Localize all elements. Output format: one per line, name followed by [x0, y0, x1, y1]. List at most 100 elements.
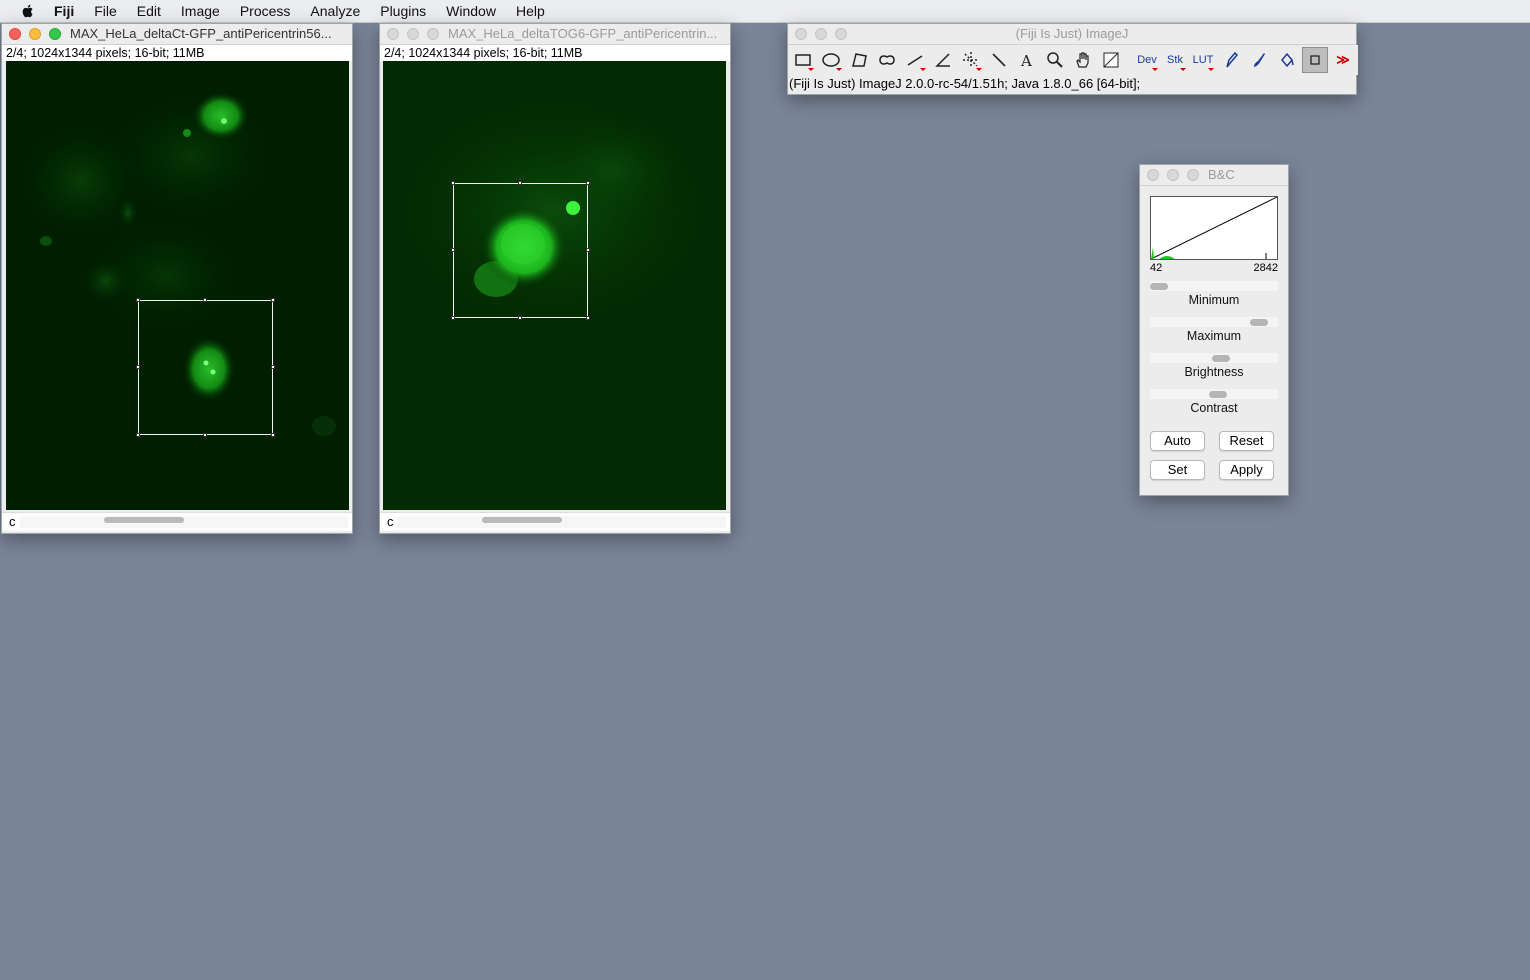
channel-scrollbar-row: c — [2, 512, 352, 531]
roi-handle[interactable] — [586, 316, 590, 320]
rectangle-tool-icon[interactable] — [790, 47, 816, 73]
apple-icon[interactable] — [20, 3, 36, 19]
reset-button[interactable]: Reset — [1219, 431, 1274, 451]
roi-handle[interactable] — [136, 298, 140, 302]
status-bar: (Fiji Is Just) ImageJ 2.0.0-rc-54/1.51h;… — [789, 76, 1141, 91]
oval-tool-icon[interactable] — [818, 47, 844, 73]
channel-scrollbar-row: c — [380, 512, 730, 531]
image-canvas[interactable] — [383, 61, 726, 510]
minimum-slider[interactable] — [1150, 281, 1278, 291]
magnifier-icon[interactable] — [1042, 47, 1068, 73]
menu-image[interactable]: Image — [181, 0, 220, 22]
hand-tool-icon[interactable] — [1070, 47, 1096, 73]
brightness-contrast-window[interactable]: B&C 42 2842 Minimum Maximum Brightness C… — [1139, 164, 1289, 496]
channel-scrollbar-thumb[interactable] — [104, 517, 184, 523]
roi-handle[interactable] — [271, 433, 275, 437]
menu-window[interactable]: Window — [446, 0, 496, 22]
roi-handle[interactable] — [518, 181, 522, 185]
auto-button[interactable]: Auto — [1150, 431, 1205, 451]
roi-handle[interactable] — [451, 181, 455, 185]
menu-file[interactable]: File — [94, 0, 117, 22]
image-window-2[interactable]: MAX_HeLa_deltaTOG6-GFP_antiPericentrin..… — [379, 23, 731, 534]
zoom-button[interactable] — [49, 28, 61, 40]
stk-menu-tool[interactable]: Stk — [1162, 47, 1188, 73]
roi-handle[interactable] — [136, 433, 140, 437]
minimize-button[interactable] — [1167, 169, 1179, 181]
close-button[interactable] — [387, 28, 399, 40]
minimum-label: Minimum — [1188, 293, 1240, 307]
imagej-window[interactable]: (Fiji Is Just) ImageJ A Dev Stk LUT ≫ (F… — [787, 23, 1358, 95]
line-tool-icon[interactable] — [902, 47, 928, 73]
zoom-button[interactable] — [427, 28, 439, 40]
freehand-tool-icon[interactable] — [874, 47, 900, 73]
maximum-label: Maximum — [1186, 329, 1242, 343]
window-title: (Fiji Is Just) ImageJ — [1015, 26, 1129, 41]
zoom-button[interactable] — [1187, 169, 1199, 181]
channel-scrollbar[interactable] — [398, 516, 726, 528]
roi-handle[interactable] — [518, 316, 522, 320]
roi-handle[interactable] — [451, 316, 455, 320]
polygon-tool-icon[interactable] — [846, 47, 872, 73]
roi-handle[interactable] — [271, 365, 275, 369]
overlay-brush-icon[interactable] — [1302, 47, 1328, 73]
menu-bar: Fiji File Edit Image Process Analyze Plu… — [0, 0, 1530, 23]
roi-handle[interactable] — [451, 248, 455, 252]
maximum-slider[interactable] — [1150, 317, 1278, 327]
contrast-slider[interactable] — [1150, 389, 1278, 399]
brush-icon[interactable] — [1246, 47, 1272, 73]
minimize-button[interactable] — [29, 28, 41, 40]
roi-handle[interactable] — [136, 365, 140, 369]
point-tool-icon[interactable] — [958, 47, 984, 73]
histogram-plot — [1150, 196, 1278, 260]
titlebar[interactable]: MAX_HeLa_deltaCt-GFP_antiPericentrin56..… — [2, 24, 352, 45]
window-title: MAX_HeLa_deltaCt-GFP_antiPericentrin56..… — [70, 26, 332, 41]
menu-process[interactable]: Process — [240, 0, 291, 22]
stk-label: Stk — [1167, 54, 1183, 66]
roi-handle[interactable] — [586, 248, 590, 252]
lut-label: LUT — [1192, 54, 1214, 66]
window-title: MAX_HeLa_deltaTOG6-GFP_antiPericentrin..… — [448, 26, 718, 41]
roi-handle[interactable] — [203, 298, 207, 302]
contrast-slider-knob[interactable] — [1209, 391, 1227, 398]
dev-menu-tool[interactable]: Dev — [1134, 47, 1160, 73]
wand-tool-icon[interactable] — [986, 47, 1012, 73]
channel-scrollbar-thumb[interactable] — [482, 517, 562, 523]
image-canvas[interactable] — [6, 61, 349, 510]
menu-analyze[interactable]: Analyze — [310, 0, 360, 22]
pencil-icon[interactable] — [1218, 47, 1244, 73]
text-tool-icon[interactable]: A — [1014, 47, 1040, 73]
menu-fiji[interactable]: Fiji — [54, 0, 74, 22]
menu-plugins[interactable]: Plugins — [380, 0, 426, 22]
close-button[interactable] — [1147, 169, 1159, 181]
titlebar[interactable]: (Fiji Is Just) ImageJ — [788, 24, 1356, 45]
more-tools-icon[interactable]: ≫ — [1330, 47, 1356, 73]
lut-menu-tool[interactable]: LUT — [1190, 47, 1216, 73]
roi-rectangle[interactable] — [451, 181, 590, 320]
set-button[interactable]: Set — [1150, 460, 1205, 480]
roi-handle[interactable] — [203, 433, 207, 437]
image-window-1[interactable]: MAX_HeLa_deltaCt-GFP_antiPericentrin56..… — [1, 23, 353, 534]
titlebar[interactable]: B&C — [1140, 165, 1288, 186]
brightness-slider[interactable] — [1150, 353, 1278, 363]
roi-rectangle[interactable] — [136, 298, 275, 437]
menu-help[interactable]: Help — [516, 0, 545, 22]
maximum-slider-knob[interactable] — [1250, 319, 1268, 326]
angle-tool-icon[interactable] — [930, 47, 956, 73]
menu-edit[interactable]: Edit — [137, 0, 161, 22]
roi-handle[interactable] — [586, 181, 590, 185]
minimize-button[interactable] — [407, 28, 419, 40]
channel-label: c — [9, 514, 16, 529]
color-picker-icon[interactable] — [1098, 47, 1124, 73]
histogram — [1150, 196, 1278, 260]
apply-button[interactable]: Apply — [1219, 460, 1274, 480]
flood-fill-icon[interactable] — [1274, 47, 1300, 73]
brightness-slider-knob[interactable] — [1212, 355, 1230, 362]
roi-handle[interactable] — [271, 298, 275, 302]
titlebar[interactable]: MAX_HeLa_deltaTOG6-GFP_antiPericentrin..… — [380, 24, 730, 45]
channel-scrollbar[interactable] — [20, 516, 348, 528]
histogram-min: 42 — [1150, 262, 1163, 274]
toolbar: A Dev Stk LUT ≫ — [788, 45, 1358, 75]
close-button[interactable] — [9, 28, 21, 40]
minimum-slider-knob[interactable] — [1150, 283, 1168, 290]
more-tools-label: ≫ — [1336, 52, 1350, 67]
